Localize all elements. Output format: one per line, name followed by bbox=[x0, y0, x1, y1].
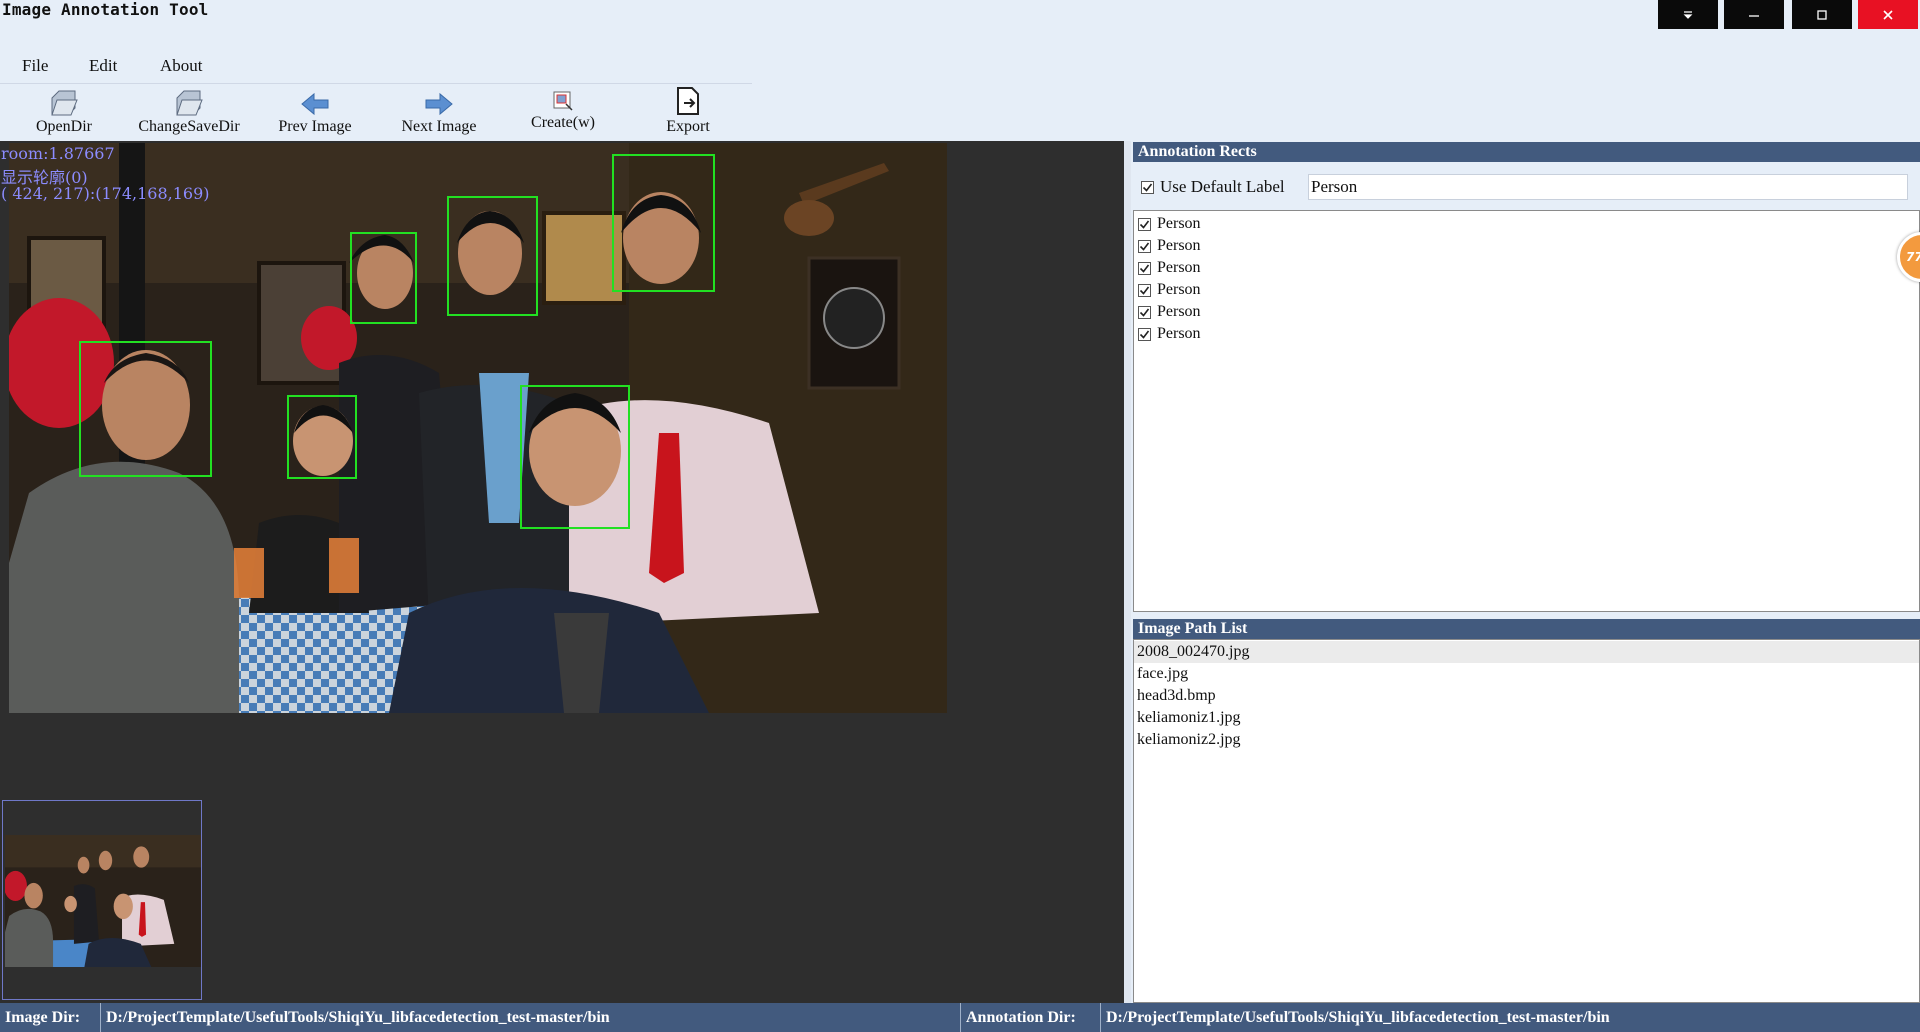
face-box bbox=[287, 395, 357, 479]
prev-image-button[interactable]: Prev Image bbox=[270, 86, 360, 138]
pane-splitter[interactable] bbox=[1124, 141, 1131, 1003]
rect-checkbox[interactable] bbox=[1138, 217, 1151, 231]
annotated-photo[interactable] bbox=[9, 143, 947, 713]
rect-checkbox[interactable] bbox=[1138, 261, 1151, 275]
list-item[interactable]: face.jpg bbox=[1134, 663, 1919, 685]
close-icon bbox=[1882, 9, 1894, 21]
title-bar: Image Annotation Tool bbox=[0, 0, 1920, 30]
rect-checkbox[interactable] bbox=[1138, 283, 1151, 297]
image-dir-label: Image Dir: bbox=[5, 1009, 81, 1026]
image-path-list[interactable]: 2008_002470.jpg face.jpg head3d.bmp keli… bbox=[1133, 639, 1920, 1003]
annotation-rects-header: Annotation Rects bbox=[1133, 142, 1920, 162]
rect-label: Person bbox=[1157, 237, 1201, 254]
checkmark-icon bbox=[1142, 183, 1153, 192]
list-item[interactable]: Person bbox=[1138, 257, 1201, 279]
dropdown-button[interactable] bbox=[1658, 0, 1718, 29]
rect-checkbox[interactable] bbox=[1138, 327, 1151, 341]
annotation-dir-value: D:/ProjectTemplate/UsefulTools/ShiqiYu_l… bbox=[1100, 1003, 1920, 1032]
rect-checkbox[interactable] bbox=[1138, 239, 1151, 253]
app-title: Image Annotation Tool bbox=[2, 0, 209, 19]
export-button[interactable]: Export bbox=[648, 86, 728, 138]
folder-open-icon bbox=[49, 86, 79, 116]
export-icon bbox=[674, 86, 702, 116]
face-box bbox=[612, 154, 715, 292]
maximize-button[interactable] bbox=[1792, 0, 1852, 29]
list-item[interactable]: head3d.bmp bbox=[1134, 685, 1919, 707]
annotation-dir-label: Annotation Dir: bbox=[960, 1003, 1100, 1032]
list-item[interactable]: keliamoniz2.jpg bbox=[1134, 729, 1919, 751]
minimize-button[interactable] bbox=[1724, 0, 1784, 29]
face-box bbox=[520, 385, 630, 529]
checkmark-icon bbox=[1139, 242, 1150, 251]
list-item[interactable]: 2008_002470.jpg bbox=[1134, 641, 1919, 663]
menu-edit[interactable]: Edit bbox=[89, 56, 117, 76]
export-label: Export bbox=[666, 118, 710, 135]
rect-label: Person bbox=[1157, 215, 1201, 232]
create-button[interactable]: Create(w) bbox=[523, 86, 603, 138]
use-default-label-row[interactable]: Use Default Label bbox=[1141, 176, 1285, 198]
menu-about[interactable]: About bbox=[160, 56, 203, 76]
folder-save-icon bbox=[174, 86, 204, 116]
default-label-input[interactable] bbox=[1308, 174, 1908, 200]
use-default-label-text: Use Default Label bbox=[1160, 177, 1285, 196]
create-label: Create(w) bbox=[531, 114, 595, 131]
pixel-readout: ( 424, 217):(174,168,169) bbox=[1, 184, 210, 203]
list-item[interactable]: Person bbox=[1138, 323, 1201, 345]
face-box bbox=[79, 341, 212, 477]
next-image-label: Next Image bbox=[401, 118, 477, 135]
list-item[interactable]: Person bbox=[1138, 235, 1201, 257]
maximize-icon bbox=[1816, 9, 1828, 21]
toolbar-divider bbox=[0, 83, 752, 84]
rect-label: Person bbox=[1157, 281, 1201, 298]
list-item[interactable]: Person bbox=[1138, 279, 1201, 301]
change-save-dir-button[interactable]: ChangeSaveDir bbox=[131, 86, 247, 138]
checkmark-icon bbox=[1139, 220, 1150, 229]
prev-image-label: Prev Image bbox=[278, 118, 352, 135]
change-save-dir-label: ChangeSaveDir bbox=[138, 118, 240, 135]
close-button[interactable] bbox=[1858, 0, 1918, 29]
arrow-left-icon bbox=[300, 86, 330, 116]
status-bar: Image Dir: D:/ProjectTemplate/UsefulTool… bbox=[0, 1003, 1920, 1032]
rect-label: Person bbox=[1157, 325, 1201, 342]
list-item[interactable]: Person bbox=[1138, 213, 1201, 235]
rect-label: Person bbox=[1157, 259, 1201, 276]
checkmark-icon bbox=[1139, 330, 1150, 339]
next-image-button[interactable]: Next Image bbox=[394, 86, 484, 138]
list-item[interactable]: keliamoniz1.jpg bbox=[1134, 707, 1919, 729]
dropdown-icon bbox=[1682, 10, 1694, 20]
face-box bbox=[350, 232, 417, 324]
use-default-label-checkbox[interactable] bbox=[1141, 180, 1154, 194]
face-box bbox=[447, 196, 538, 316]
face-boxes-layer bbox=[79, 154, 715, 529]
image-dir-value: D:/ProjectTemplate/UsefulTools/ShiqiYu_l… bbox=[100, 1003, 960, 1032]
create-rect-icon bbox=[552, 86, 574, 112]
open-dir-label: OpenDir bbox=[36, 118, 92, 135]
annotation-rects-list[interactable]: Person Person Person Person Person Perso… bbox=[1133, 210, 1920, 612]
image-path-list-header: Image Path List bbox=[1133, 619, 1920, 639]
thumbnail-image bbox=[5, 835, 201, 967]
menu-file[interactable]: File bbox=[22, 56, 48, 76]
arrow-right-icon bbox=[424, 86, 454, 116]
checkmark-icon bbox=[1139, 308, 1150, 317]
rect-label: Person bbox=[1157, 303, 1201, 320]
list-item[interactable]: Person bbox=[1138, 301, 1201, 323]
menu-bar: File Edit About bbox=[0, 50, 760, 82]
zoom-readout: room:1.87667 bbox=[1, 144, 115, 163]
checkmark-icon bbox=[1139, 286, 1150, 295]
checkmark-icon bbox=[1139, 264, 1150, 273]
rect-checkbox[interactable] bbox=[1138, 305, 1151, 319]
minimize-icon bbox=[1748, 10, 1760, 20]
open-dir-button[interactable]: OpenDir bbox=[28, 86, 100, 138]
thumbnail-navigator[interactable] bbox=[2, 800, 202, 1000]
